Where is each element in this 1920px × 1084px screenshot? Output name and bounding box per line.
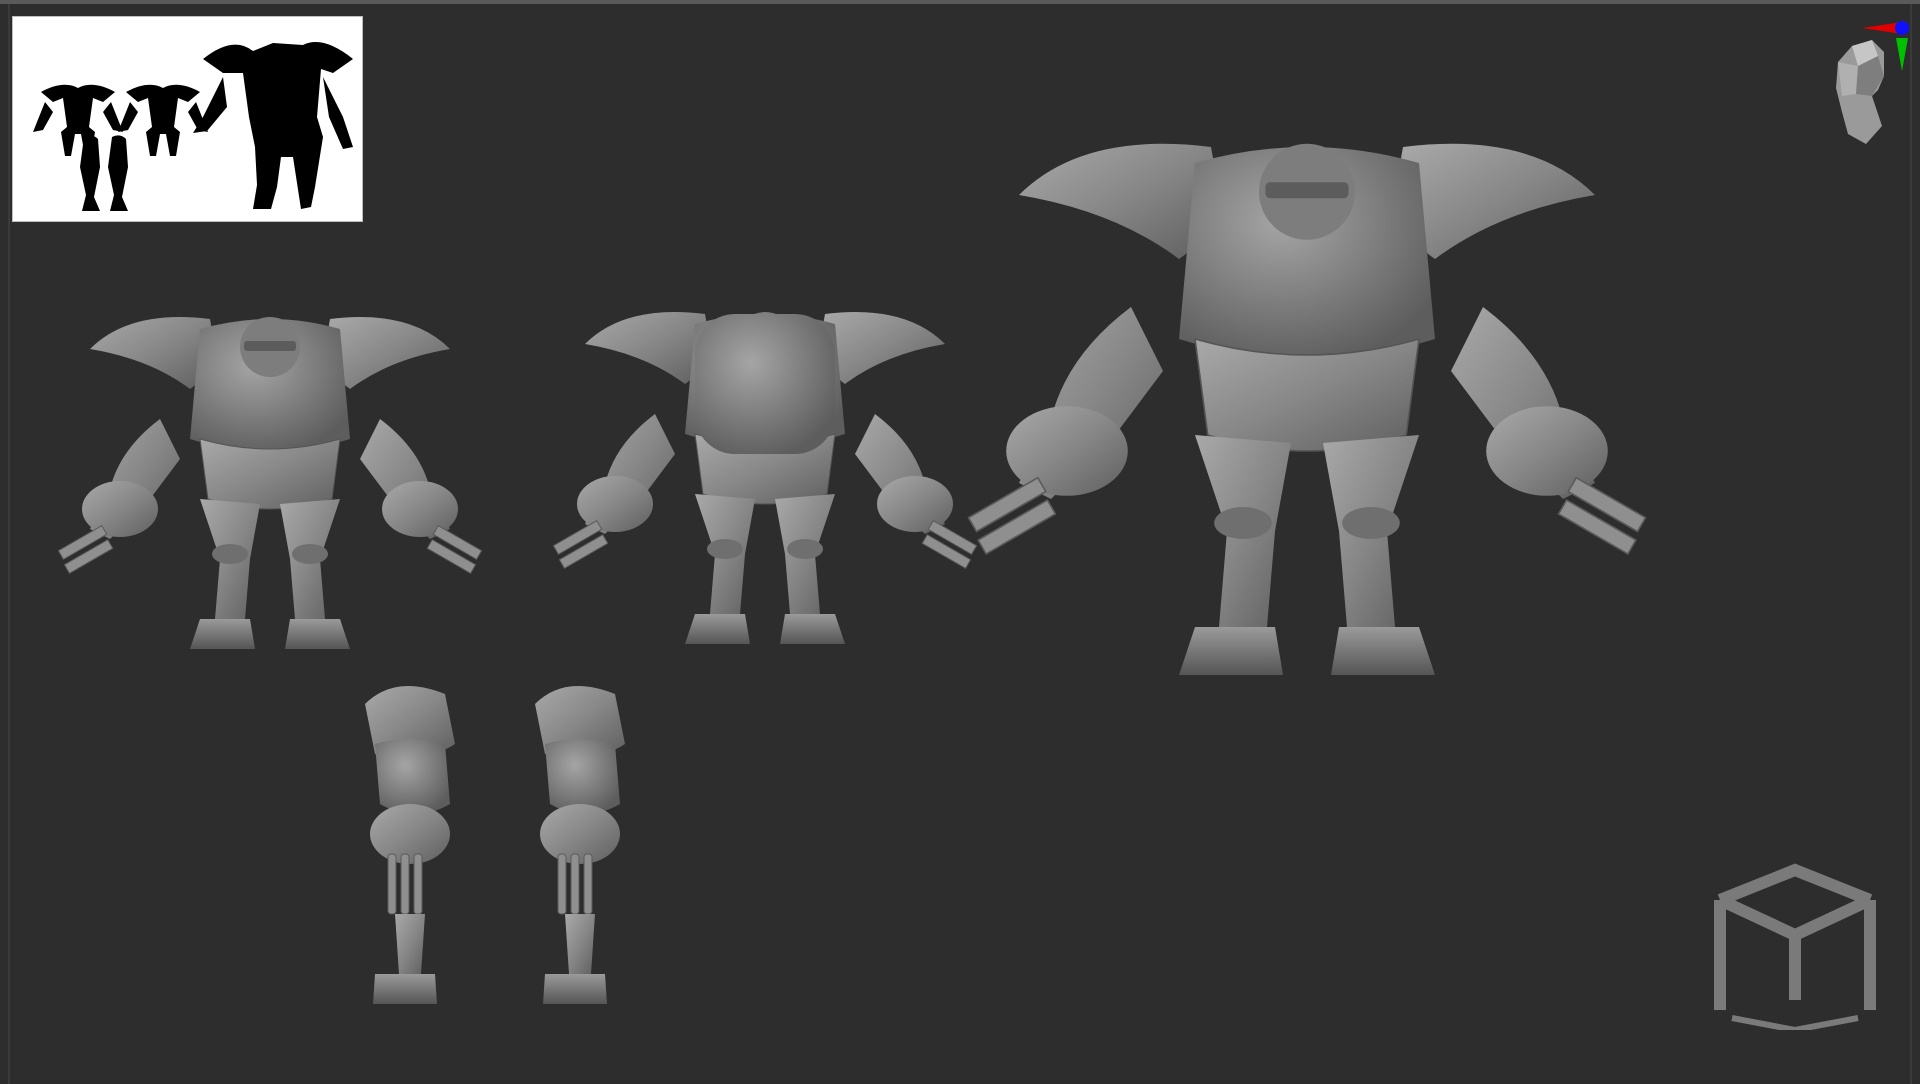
axis-y-icon <box>1896 38 1908 71</box>
perspective-view <box>967 143 1647 676</box>
back-view <box>552 311 978 645</box>
silhouette-thumbnail[interactable] <box>12 16 363 222</box>
side-view-right <box>534 685 626 1005</box>
orientation-gizmo[interactable] <box>1812 16 1912 146</box>
cube-logo-icon <box>1710 860 1880 1030</box>
head-icon <box>1836 40 1884 144</box>
axis-z-icon <box>1895 21 1909 35</box>
3d-viewport[interactable] <box>0 0 1920 1084</box>
front-view <box>57 316 483 650</box>
side-view-left <box>364 685 456 1005</box>
viewport-left-border <box>8 4 10 1084</box>
silhouette-icon <box>33 42 353 211</box>
viewport-right-border <box>1910 4 1912 1084</box>
